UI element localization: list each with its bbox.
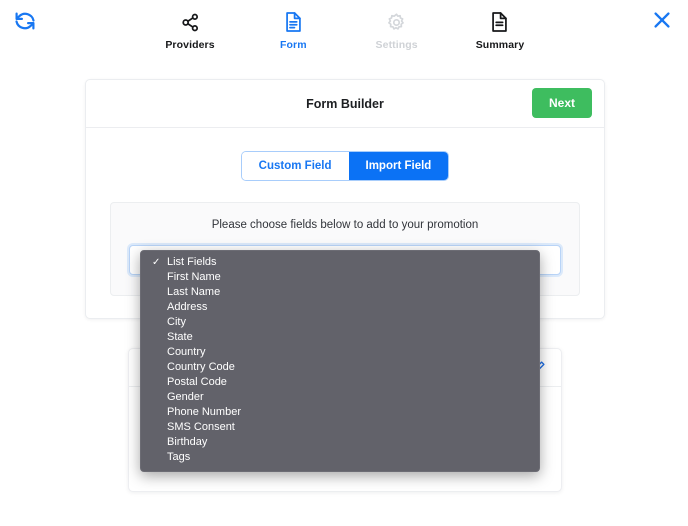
tab-custom-field[interactable]: Custom Field [242, 152, 349, 180]
document-lines-icon [284, 10, 303, 34]
dropdown-option-tags[interactable]: Tags [141, 450, 539, 465]
tab-import-field[interactable]: Import Field [349, 152, 449, 180]
dropdown-option-address[interactable]: Address [141, 300, 539, 315]
close-x-icon[interactable] [646, 4, 678, 36]
dropdown-option-label: Phone Number [167, 406, 241, 418]
dropdown-option-label: Tags [167, 451, 190, 463]
dropdown-option-birthday[interactable]: Birthday [141, 435, 539, 450]
dropdown-option-label: First Name [167, 271, 221, 283]
step-form-label: Form [280, 39, 307, 51]
list-fields-dropdown-menu[interactable]: ✓ List Fields First Name Last Name Addre… [140, 250, 540, 472]
dropdown-option-country[interactable]: Country [141, 345, 539, 360]
dropdown-option-label: Address [167, 301, 207, 313]
dropdown-option-label: State [167, 331, 193, 343]
step-providers[interactable]: Providers [140, 10, 240, 51]
share-nodes-icon [180, 10, 201, 34]
dropdown-option-phone-number[interactable]: Phone Number [141, 405, 539, 420]
dropdown-option-label: SMS Consent [167, 421, 235, 433]
dropdown-option-label: Birthday [167, 436, 207, 448]
document-summary-icon [490, 10, 509, 34]
dropdown-option-list-fields[interactable]: ✓ List Fields [141, 255, 539, 270]
dropdown-option-country-code[interactable]: Country Code [141, 360, 539, 375]
dropdown-option-city[interactable]: City [141, 315, 539, 330]
dropdown-option-postal-code[interactable]: Postal Code [141, 375, 539, 390]
top-navigation-bar: Providers Form Settings [0, 0, 688, 68]
step-providers-label: Providers [165, 39, 214, 51]
dropdown-option-first-name[interactable]: First Name [141, 270, 539, 285]
dropdown-option-label: Last Name [167, 286, 220, 298]
card-header: Form Builder Next [86, 80, 604, 128]
page-title: Form Builder [306, 97, 384, 111]
step-settings[interactable]: Settings [347, 10, 447, 51]
step-summary-label: Summary [476, 39, 525, 51]
step-settings-label: Settings [376, 39, 418, 51]
next-button[interactable]: Next [532, 88, 592, 118]
fields-hint-text: Please choose fields below to add to you… [129, 219, 561, 231]
gear-icon [386, 10, 407, 34]
step-form[interactable]: Form [243, 10, 343, 51]
dropdown-option-sms-consent[interactable]: SMS Consent [141, 420, 539, 435]
dropdown-option-label: Gender [167, 391, 204, 403]
dropdown-option-gender[interactable]: Gender [141, 390, 539, 405]
checkmark-icon: ✓ [152, 255, 160, 270]
dropdown-option-label: Postal Code [167, 376, 227, 388]
sync-refresh-icon[interactable] [10, 6, 40, 36]
dropdown-option-label: List Fields [167, 256, 217, 268]
dropdown-option-state[interactable]: State [141, 330, 539, 345]
step-summary[interactable]: Summary [450, 10, 550, 51]
segmented-wrap: Custom Field Import Field [242, 152, 449, 180]
wizard-steps: Providers Form Settings [140, 10, 550, 60]
dropdown-option-last-name[interactable]: Last Name [141, 285, 539, 300]
dropdown-option-label: Country Code [167, 361, 235, 373]
dropdown-option-label: City [167, 316, 186, 328]
field-type-segmented-control: Custom Field Import Field [110, 152, 580, 180]
dropdown-option-label: Country [167, 346, 206, 358]
